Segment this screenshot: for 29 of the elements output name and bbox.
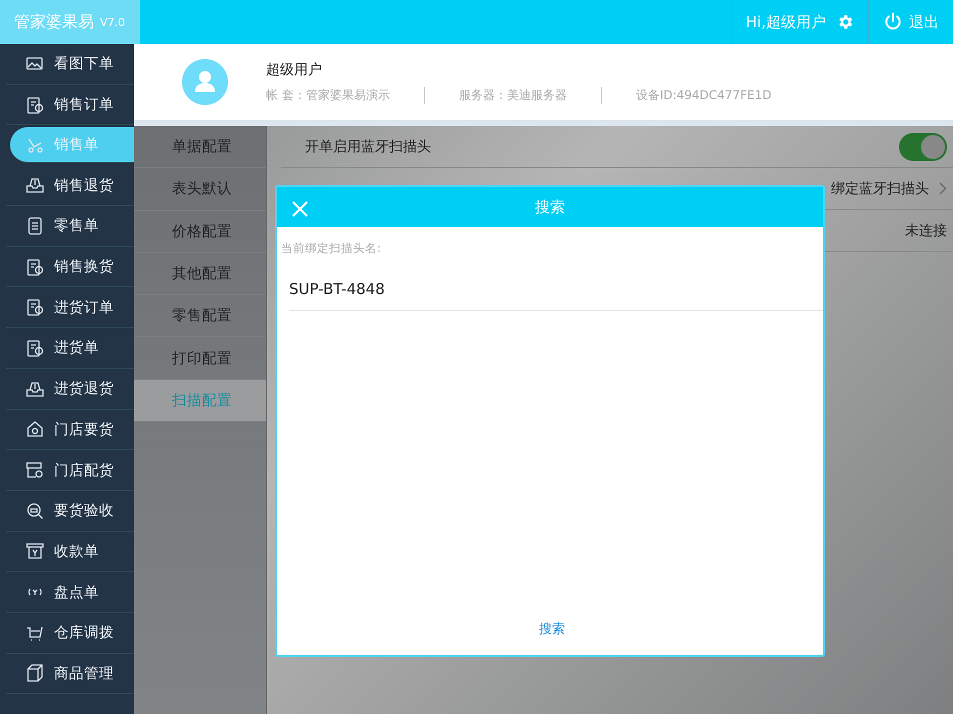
doc-icon: [26, 96, 44, 114]
close-icon[interactable]: [291, 200, 309, 218]
user-greeting: Hi,超级用户: [746, 12, 826, 32]
doc-icon: [26, 298, 44, 316]
box-icon: [26, 664, 44, 682]
tray-icon: [26, 380, 44, 398]
doc-icon: [26, 258, 44, 276]
setting-label: 开单启用蓝牙扫描头: [305, 138, 431, 156]
dialog-title: 搜索: [535, 198, 565, 216]
tray-icon: [26, 176, 44, 194]
device-id: 设备ID:494DC477FE1D: [600, 86, 806, 104]
avatar-icon: [182, 59, 228, 105]
server-info: 服务器：美迪服务器: [424, 86, 601, 104]
connection-status: 未连接: [905, 222, 947, 240]
setting-value[interactable]: 绑定蓝牙扫描头: [831, 180, 929, 198]
doc-icon: [26, 338, 44, 357]
app-name: 管家婆果易: [14, 12, 94, 32]
account-info: 帐 套：管家婆果易演示: [266, 86, 391, 104]
list-icon: [26, 216, 44, 235]
receipt-icon: [26, 542, 44, 560]
user-name: 超级用户: [266, 60, 323, 78]
search-icon: [26, 502, 44, 520]
toggle-switch[interactable]: [899, 132, 947, 160]
house-icon: [26, 420, 44, 438]
shop-icon: [26, 461, 44, 480]
power-icon: [883, 12, 903, 32]
app-version: V7.0: [100, 16, 126, 28]
chevron-icon: [939, 182, 947, 195]
field-label: 当前绑定扫描头名:: [281, 241, 382, 256]
